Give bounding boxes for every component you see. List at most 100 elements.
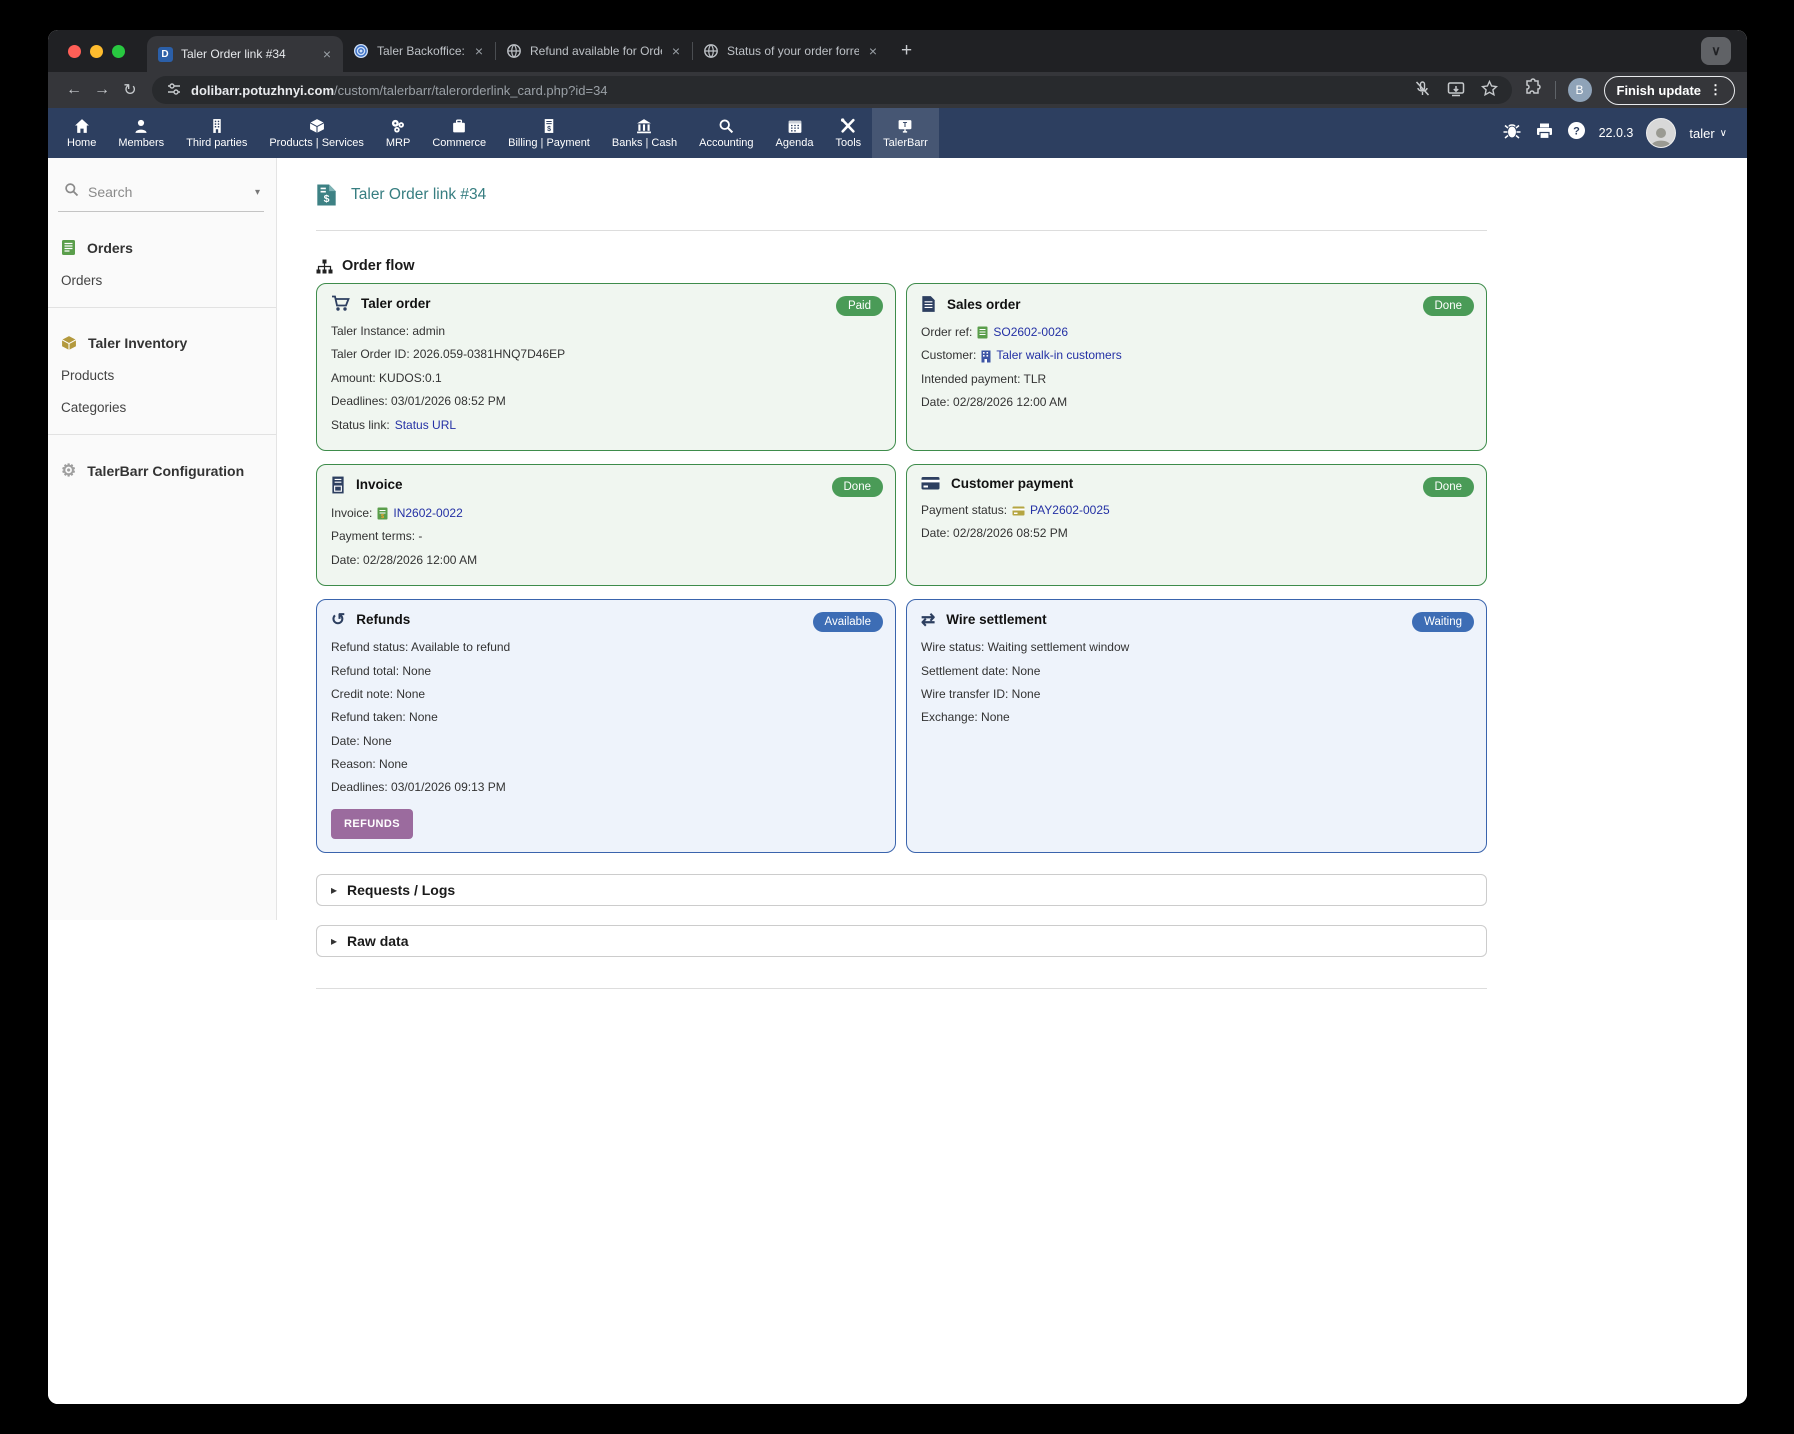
user-avatar[interactable] bbox=[1646, 118, 1677, 148]
document-green-icon bbox=[977, 326, 988, 339]
gears-icon bbox=[392, 119, 405, 133]
cube-icon bbox=[309, 118, 324, 133]
search-input[interactable] bbox=[88, 184, 218, 200]
transfer-arrows-icon: ⇄ bbox=[921, 610, 936, 630]
close-tab-icon[interactable]: × bbox=[321, 46, 333, 62]
requests-logs-toggle[interactable]: ▸ Requests / Logs bbox=[316, 873, 1487, 906]
card-line: Credit note: None bbox=[331, 686, 426, 701]
print-icon[interactable] bbox=[1535, 122, 1554, 145]
invoice-icon bbox=[332, 476, 344, 494]
status-badge: Done bbox=[1422, 476, 1474, 497]
bill-icon: $ bbox=[544, 118, 554, 133]
dolibarr-menubar: Home Members Third parties Products | Se… bbox=[48, 108, 1747, 158]
customer-link[interactable]: Taler walk-in customers bbox=[996, 347, 1121, 364]
status-url-link[interactable]: Status URL bbox=[395, 417, 456, 434]
tab-order-status[interactable]: Status of your order forrefund × bbox=[693, 30, 889, 72]
menu-mrp[interactable]: MRP bbox=[375, 108, 421, 158]
menu-billing-payment[interactable]: $ Billing | Payment bbox=[497, 108, 601, 158]
bookmark-star-icon[interactable] bbox=[1480, 79, 1498, 100]
help-icon[interactable]: ? bbox=[1567, 121, 1586, 145]
company-icon bbox=[981, 350, 991, 363]
url-text: dolibarr.potuzhnyi.com/custom/talerbarr/… bbox=[191, 83, 608, 98]
toolbar-right: B Finish update ⋮ bbox=[1520, 75, 1735, 105]
user-menu[interactable]: taler ∨ bbox=[1689, 126, 1727, 141]
status-badge: Paid bbox=[835, 296, 883, 316]
menu-banks-cash[interactable]: Banks | Cash bbox=[601, 108, 688, 158]
svg-text:$: $ bbox=[547, 125, 551, 132]
payment-link[interactable]: PAY2602-0025 bbox=[1030, 502, 1110, 519]
search-dropdown-caret[interactable]: ▾ bbox=[255, 187, 260, 198]
url-path: /custom/talerbarr/talerorderlink_card.ph… bbox=[334, 82, 608, 98]
taler-favicon bbox=[353, 43, 369, 59]
menu-tools[interactable]: Tools bbox=[824, 108, 872, 158]
invoice-link[interactable]: IN2602-0022 bbox=[393, 505, 462, 522]
card-line: Intended payment: TLR bbox=[921, 371, 1047, 386]
site-settings-icon[interactable] bbox=[166, 81, 182, 100]
payment-card-icon bbox=[1012, 506, 1025, 516]
finish-update-button[interactable]: Finish update ⋮ bbox=[1603, 75, 1735, 105]
card-refunds: ↺ Refunds Available Refund status: Avail… bbox=[316, 599, 896, 853]
menu-accounting[interactable]: Accounting bbox=[688, 108, 764, 158]
window-zoom-button[interactable] bbox=[112, 44, 125, 58]
close-tab-icon[interactable]: × bbox=[867, 43, 879, 59]
sidebar-section-talerbarr-configuration[interactable]: ⚙ TalerBarr Configuration bbox=[61, 462, 276, 479]
sales-order-link[interactable]: SO2602-0026 bbox=[993, 324, 1068, 341]
back-button[interactable]: ← bbox=[60, 81, 88, 99]
card-title: Wire settlement bbox=[946, 612, 1047, 628]
collapse-arrow-icon: ▸ bbox=[331, 933, 338, 948]
card-line: Settlement date: None bbox=[921, 663, 1041, 678]
tools-icon bbox=[841, 117, 855, 133]
card-line: Exchange: None bbox=[921, 710, 1010, 725]
tab-search-chevron[interactable]: ∨ bbox=[1701, 37, 1731, 65]
refunds-button[interactable]: REFUNDS bbox=[331, 808, 413, 839]
sidebar-search[interactable]: ▾ bbox=[58, 180, 264, 212]
tab-title: Taler Order link #34 bbox=[181, 47, 286, 61]
bug-icon[interactable] bbox=[1502, 122, 1522, 145]
extensions-icon[interactable] bbox=[1524, 78, 1543, 102]
reload-button[interactable]: ↻ bbox=[116, 80, 144, 100]
globe-icon bbox=[506, 43, 522, 59]
close-tab-icon[interactable]: × bbox=[473, 43, 485, 59]
sitemap-icon bbox=[316, 259, 333, 273]
svg-text:T: T bbox=[903, 121, 908, 128]
tab-title: Refund available for Order to bbox=[530, 44, 662, 58]
window-minimize-button[interactable] bbox=[90, 44, 103, 58]
menu-commerce[interactable]: Commerce bbox=[421, 108, 497, 158]
mic-off-icon[interactable] bbox=[1414, 80, 1431, 100]
building-icon bbox=[213, 118, 221, 133]
address-bar[interactable]: dolibarr.potuzhnyi.com/custom/talerbarr/… bbox=[152, 76, 1512, 104]
card-taler-order: Taler order Paid Taler Instance: admin T… bbox=[316, 283, 896, 451]
card-line: Taler Instance: admin bbox=[331, 324, 446, 338]
tab-refund-available[interactable]: Refund available for Order to × bbox=[496, 30, 692, 72]
menu-members[interactable]: Members bbox=[107, 108, 175, 158]
sidebar-link-orders[interactable]: Orders bbox=[61, 273, 276, 288]
kebab-menu-icon[interactable]: ⋮ bbox=[1709, 82, 1722, 98]
tab-taler-backoffice[interactable]: Taler Backoffice: × bbox=[343, 30, 495, 72]
menu-talerbarr[interactable]: T TalerBarr bbox=[872, 108, 939, 158]
status-badge: Done bbox=[831, 476, 883, 497]
menu-third-parties[interactable]: Third parties bbox=[175, 108, 258, 158]
calendar-icon bbox=[788, 120, 801, 133]
refund-arrow-icon: ↺ bbox=[331, 610, 346, 630]
briefcase-icon bbox=[453, 118, 466, 132]
card-line: Refund taken: None bbox=[331, 710, 438, 725]
install-app-icon[interactable] bbox=[1447, 81, 1465, 100]
window-close-button[interactable] bbox=[68, 44, 81, 58]
card-invoice: Invoice Done Invoice: $ IN2602-0022 Paym… bbox=[316, 463, 896, 587]
new-tab-button[interactable]: + bbox=[889, 40, 924, 62]
close-tab-icon[interactable]: × bbox=[670, 43, 682, 59]
collapse-arrow-icon: ▸ bbox=[331, 882, 338, 897]
sidebar-link-products[interactable]: Products bbox=[61, 368, 276, 383]
card-line: Wire status: Waiting settlement window bbox=[921, 640, 1130, 655]
forward-button[interactable]: → bbox=[88, 81, 116, 99]
raw-data-toggle[interactable]: ▸ Raw data bbox=[316, 924, 1487, 957]
profile-avatar[interactable]: B bbox=[1567, 78, 1592, 102]
card-title: Sales order bbox=[947, 296, 1021, 312]
menu-products-services[interactable]: Products | Services bbox=[258, 108, 375, 158]
divider bbox=[316, 987, 1487, 989]
sidebar-link-categories[interactable]: Categories bbox=[61, 400, 276, 415]
tab-taler-order-link[interactable]: D Taler Order link #34 × bbox=[147, 36, 343, 72]
menu-home[interactable]: Home bbox=[56, 108, 107, 158]
card-line: Deadlines: 03/01/2026 08:52 PM bbox=[331, 394, 506, 409]
menu-agenda[interactable]: Agenda bbox=[765, 108, 825, 158]
